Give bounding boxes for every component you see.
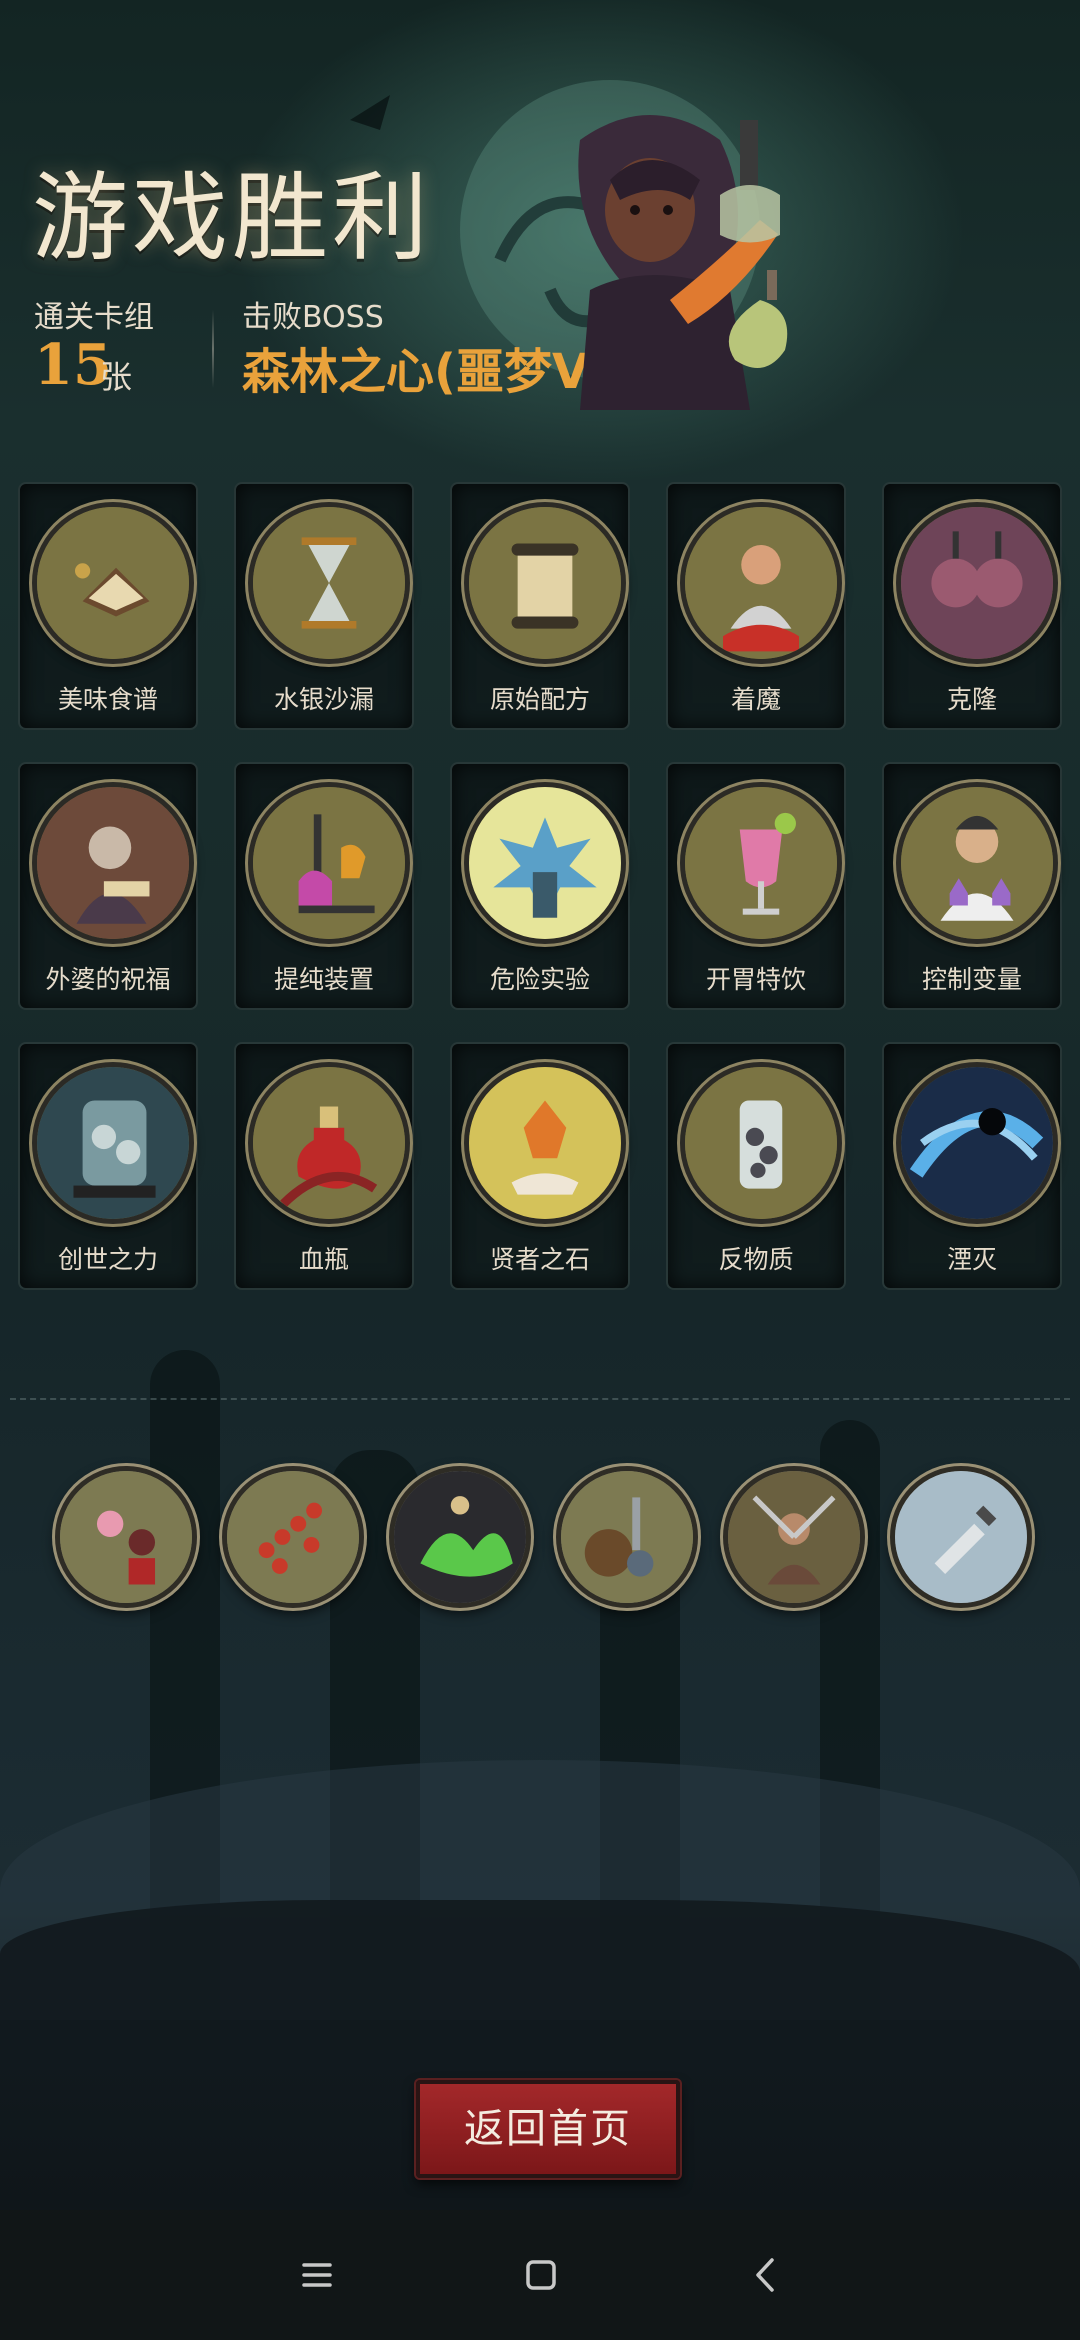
deck-card[interactable]: 危险实验 xyxy=(450,762,630,1010)
card-label: 贤者之石 xyxy=(489,1245,590,1274)
home-button[interactable] xyxy=(516,2250,566,2300)
deck-card[interactable]: 反物质 xyxy=(666,1042,846,1290)
cauldron-relic-icon xyxy=(561,1471,693,1603)
deck-card[interactable]: 美味食谱 xyxy=(18,482,198,730)
system-nav-bar xyxy=(0,2210,1080,2340)
relic-slot[interactable] xyxy=(55,1466,197,1608)
card-label: 原始配方 xyxy=(489,685,590,714)
grandma-reading-icon xyxy=(37,787,189,939)
deck-card[interactable]: 贤者之石 xyxy=(450,1042,630,1290)
section-divider xyxy=(10,1398,1070,1400)
card-label: 提纯装置 xyxy=(273,965,374,994)
deck-card[interactable]: 开胃特饮 xyxy=(666,762,846,1010)
card-label: 水银沙漏 xyxy=(273,685,374,714)
background-ground xyxy=(0,1900,1080,2080)
philosopher-stone-icon xyxy=(469,1067,621,1219)
deck-card[interactable]: 外婆的祝福 xyxy=(18,762,198,1010)
musicians-relic-icon xyxy=(60,1471,192,1603)
menu-button[interactable] xyxy=(292,2250,342,2300)
antimatter-tube-icon xyxy=(685,1067,837,1219)
deck-card[interactable]: 原始配方 xyxy=(450,482,630,730)
scientist-icon xyxy=(901,787,1053,939)
back-button[interactable] xyxy=(742,2250,792,2300)
victory-screen: 游戏胜利 通关卡组 15 张 击败BOSS 森林之心(噩梦VII) 美味食谱 水… xyxy=(0,0,1080,2340)
hourglass-icon xyxy=(253,507,405,659)
relic-slot[interactable] xyxy=(389,1466,531,1608)
distillation-apparatus-icon xyxy=(253,787,405,939)
card-label: 反物质 xyxy=(718,1245,794,1274)
blood-potion-icon xyxy=(253,1067,405,1219)
page-title: 游戏胜利 xyxy=(32,162,432,274)
card-label: 克隆 xyxy=(946,685,997,714)
deck-card[interactable]: 创世之力 xyxy=(18,1042,198,1290)
menu-icon xyxy=(302,2263,332,2287)
dagger-relic-icon xyxy=(895,1471,1027,1603)
card-label: 着魔 xyxy=(730,685,781,714)
clone-pods-icon xyxy=(901,507,1053,659)
deck-card[interactable]: 克隆 xyxy=(882,482,1062,730)
explosion-beaker-icon xyxy=(469,787,621,939)
return-home-button[interactable]: 返回首页 xyxy=(416,2080,680,2178)
relic-slot[interactable] xyxy=(723,1466,865,1608)
card-label: 控制变量 xyxy=(921,965,1022,994)
card-label: 血瓶 xyxy=(298,1245,349,1274)
relic-slot[interactable] xyxy=(890,1466,1032,1608)
deck-card[interactable]: 提纯装置 xyxy=(234,762,414,1010)
deck-card[interactable]: 湮灭 xyxy=(882,1042,1062,1290)
home-square-icon xyxy=(526,2260,556,2290)
relic-slot[interactable] xyxy=(222,1466,364,1608)
card-label: 湮灭 xyxy=(946,1245,997,1274)
heroine-illustration xyxy=(578,115,788,410)
card-label: 危险实验 xyxy=(489,965,590,994)
possessed-man-icon xyxy=(685,507,837,659)
back-chevron-icon xyxy=(756,2258,774,2292)
card-label: 开胃特饮 xyxy=(705,965,806,994)
genesis-tank-icon xyxy=(37,1067,189,1219)
recipe-book-icon xyxy=(37,507,189,659)
warrior-relic-icon xyxy=(728,1471,860,1603)
deck-card[interactable]: 控制变量 xyxy=(882,762,1062,1010)
deck-card[interactable]: 着魔 xyxy=(666,482,846,730)
scroll-icon xyxy=(469,507,621,659)
relic-slot[interactable] xyxy=(556,1466,698,1608)
card-label: 创世之力 xyxy=(57,1245,158,1274)
card-label: 外婆的祝福 xyxy=(45,965,171,994)
deck-unit: 张 xyxy=(100,358,133,396)
boss-label: 击败BOSS xyxy=(242,300,384,335)
deck-card[interactable]: 水银沙漏 xyxy=(234,482,414,730)
deck-card[interactable]: 血瓶 xyxy=(234,1042,414,1290)
annihilation-vortex-icon xyxy=(901,1067,1053,1219)
deck-label: 通关卡组 xyxy=(34,300,154,335)
green-flame-relic-icon xyxy=(394,1471,526,1603)
card-label: 美味食谱 xyxy=(57,685,158,714)
dna-strand-relic-icon xyxy=(227,1471,359,1603)
cocktail-icon xyxy=(685,787,837,939)
stat-divider xyxy=(212,310,214,388)
